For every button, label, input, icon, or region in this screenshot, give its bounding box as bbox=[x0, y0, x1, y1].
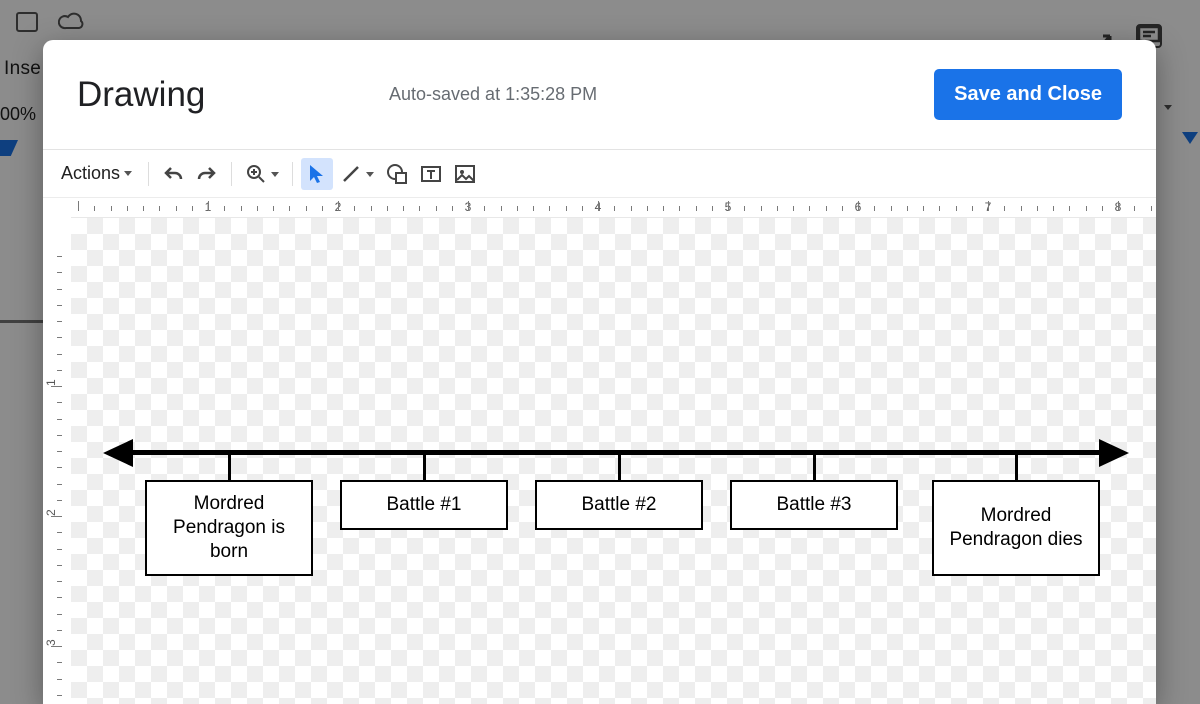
textbox-tool-button[interactable] bbox=[415, 158, 447, 190]
vertical-ruler: 123 bbox=[43, 218, 71, 704]
drawing-toolbar: Actions bbox=[43, 150, 1156, 198]
autosave-status: Auto-saved at 1:35:28 PM bbox=[389, 84, 597, 105]
dialog-header: Drawing Auto-saved at 1:35:28 PM Save an… bbox=[43, 40, 1156, 150]
timeline-box[interactable]: Battle #1 bbox=[340, 480, 508, 530]
line-tool-button[interactable] bbox=[335, 158, 379, 190]
timeline-connector[interactable] bbox=[813, 452, 816, 482]
timeline-connector[interactable] bbox=[423, 452, 426, 482]
chevron-down-icon bbox=[124, 171, 132, 176]
timeline-box-label: Battle #2 bbox=[582, 493, 657, 517]
timeline-arrow[interactable] bbox=[121, 450, 1111, 455]
timeline-connector[interactable] bbox=[1015, 452, 1018, 482]
select-tool-button[interactable] bbox=[301, 158, 333, 190]
redo-button[interactable] bbox=[191, 158, 223, 190]
timeline-box-label: Mordred Pendragon is born bbox=[157, 492, 301, 563]
zoom-button[interactable] bbox=[240, 158, 284, 190]
drawing-dialog: Drawing Auto-saved at 1:35:28 PM Save an… bbox=[43, 40, 1156, 704]
shape-tool-button[interactable] bbox=[381, 158, 413, 190]
undo-button[interactable] bbox=[157, 158, 189, 190]
horizontal-ruler: 12345678 bbox=[71, 198, 1156, 218]
timeline-box[interactable]: Mordred Pendragon dies bbox=[932, 480, 1100, 576]
timeline-box[interactable]: Battle #2 bbox=[535, 480, 703, 530]
timeline-connector[interactable] bbox=[228, 452, 231, 482]
chevron-down-icon bbox=[366, 172, 374, 177]
timeline-connector[interactable] bbox=[618, 452, 621, 482]
timeline-box[interactable]: Mordred Pendragon is born bbox=[145, 480, 313, 576]
actions-label: Actions bbox=[61, 163, 120, 184]
actions-menu[interactable]: Actions bbox=[53, 157, 140, 190]
image-tool-button[interactable] bbox=[449, 158, 481, 190]
separator bbox=[292, 162, 293, 186]
dialog-title: Drawing bbox=[77, 75, 205, 115]
separator bbox=[231, 162, 232, 186]
timeline-box[interactable]: Battle #3 bbox=[730, 480, 898, 530]
timeline-box-label: Battle #3 bbox=[777, 493, 852, 517]
separator bbox=[148, 162, 149, 186]
timeline-drawing: Mordred Pendragon is born Battle #1 Batt… bbox=[121, 424, 1111, 704]
timeline-box-label: Battle #1 bbox=[387, 493, 462, 517]
timeline-box-label: Mordred Pendragon dies bbox=[944, 504, 1088, 552]
chevron-down-icon bbox=[271, 172, 279, 177]
drawing-canvas[interactable]: Mordred Pendragon is born Battle #1 Batt… bbox=[71, 218, 1156, 704]
save-and-close-button[interactable]: Save and Close bbox=[934, 69, 1122, 120]
